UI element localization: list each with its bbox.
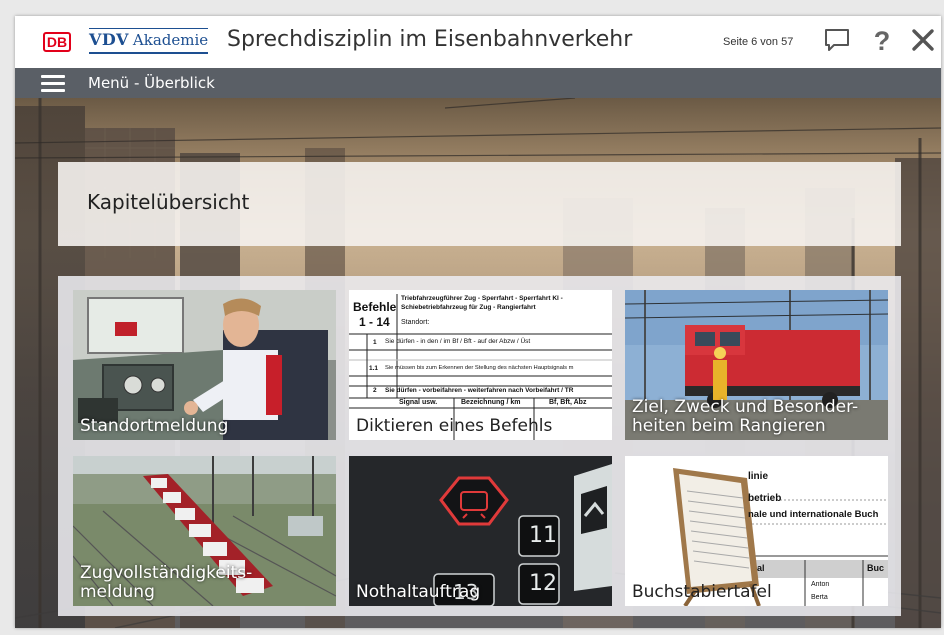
chapter-overview-panel: Kapitelübersicht [58,162,901,246]
doc-title: Befehle [353,300,397,314]
help-icon: ? [873,26,891,56]
doc-standort: Standort: [401,319,430,326]
tile-label-line-2: meldung [80,582,155,602]
doc-col-a: al [757,563,765,573]
comment-icon [825,29,849,51]
chapter-tile-grid: Standortmeldung Befehle 1 - 14 Triebfahr… [58,276,901,616]
key-label-12: 12 [529,571,557,596]
key-label-11: 11 [529,523,557,548]
chapter-tile-nothaltauftrag[interactable]: 11 12 13 Nothaltauftrag [349,456,612,606]
doc-range: 1 - 14 [359,315,390,329]
app-window: DB VDV Akademie Sprechdisziplin im Eisenb… [15,16,941,628]
tile-label: Zugvollständigkeits- meldung [80,564,252,602]
tile-label: Diktieren eines Befehls [356,416,553,436]
doc-row2-num: 2 [373,387,377,394]
chapter-tile-standortmeldung[interactable]: Standortmeldung [73,290,336,440]
doc-name-1: Anton [811,581,830,588]
vdv-logo-text: VDV [89,30,129,49]
db-logo: DB [43,32,71,52]
doc-name-2: Berta [811,594,828,601]
app-title: Sprechdisziplin im Eisenbahnverkehr [227,27,633,52]
close-icon [912,29,934,51]
tile-label: Standortmeldung [80,416,229,436]
doc-col-3: Bf, Bft, Abz [549,399,587,406]
doc-row1-text: Sie dürfen - in den / im Bf / Bft - auf … [385,338,531,345]
doc-head-2: Schiebetriebfahrzeug für Zug - Rangierfa… [401,304,536,311]
menu-bar: Menü - Überblick [15,68,941,98]
doc-col-2: Bezeichnung / km [461,399,521,406]
tile-label: Ziel, Zweck und Besonder- heiten beim Ra… [632,398,858,436]
tile-label: Nothaltauftrag [356,582,481,602]
chapter-tile-zugvollstaendigkeit[interactable]: Zugvollständigkeits- meldung [73,456,336,606]
chapter-tile-befehl[interactable]: Befehle 1 - 14 Triebfahrzeugführer Zug -… [349,290,612,440]
menu-overview-link[interactable]: Menü - Überblick [88,74,215,92]
tile-label-line-2: heiten beim Rangieren [632,416,826,436]
doc-row11-text: Sie müssen bis zum Erkennen der Stellung… [385,365,574,371]
hamburger-icon[interactable] [41,75,65,92]
chapter-tile-rangieren[interactable]: Ziel, Zweck und Besonder- heiten beim Ra… [625,290,888,440]
doc-row1-num: 1 [373,339,377,346]
doc-line-2: betrieb [748,493,782,504]
page-indicator: Seite 6 von 57 [723,36,794,48]
doc-head-1: Triebfahrzeugführer Zug - Sperrfahrt - S… [401,295,563,302]
doc-line-3: nale und internationale Buch [748,509,879,520]
tile-label-line-1: Zugvollständigkeits- [80,563,253,583]
doc-line-1: linie [748,471,769,482]
vdv-akademie-logo: VDV Akademie [89,28,209,58]
doc-row11-num: 1.1 [369,365,379,372]
doc-col-1: Signal usw. [399,399,438,406]
comment-button[interactable] [823,26,851,56]
help-button[interactable]: ? [871,26,893,56]
doc-row2-text: Sie dürfen - vorbeifahren - weiterfahren… [385,387,574,394]
chapter-tile-buchstabiertafel[interactable]: linie betrieb nale und internationale Bu… [625,456,888,606]
close-button[interactable] [910,26,936,56]
akademie-logo-text: Akademie [132,31,209,49]
header-bar: DB VDV Akademie Sprechdisziplin im Eisenb… [15,16,941,68]
doc-col-b: Buc [867,563,885,573]
page-title: Kapitelübersicht [87,190,250,214]
tile-label: Buchstabiertafel [632,582,772,602]
tile-label-line-1: Ziel, Zweck und Besonder- [632,397,859,417]
